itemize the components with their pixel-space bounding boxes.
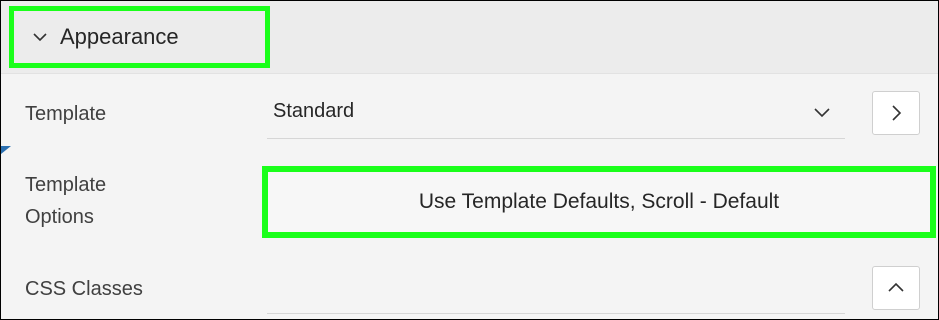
template-options-button[interactable]: Use Template Defaults, Scroll - Default bbox=[262, 166, 936, 238]
template-label: Template bbox=[25, 103, 107, 125]
section-header: Appearance bbox=[1, 1, 938, 74]
css-classes-expand-button[interactable] bbox=[872, 266, 920, 310]
css-classes-label: CSS Classes bbox=[25, 278, 143, 300]
template-options-label-line1: Template bbox=[25, 174, 107, 196]
template-open-button[interactable] bbox=[872, 91, 920, 135]
region-marker bbox=[1, 146, 11, 154]
template-options-label: Template Options bbox=[25, 169, 106, 233]
css-classes-input[interactable] bbox=[267, 263, 845, 314]
chevron-up-icon bbox=[888, 282, 904, 292]
section-title: Appearance bbox=[60, 24, 179, 49]
chevron-down-icon bbox=[32, 29, 48, 45]
chevron-right-icon bbox=[892, 105, 902, 121]
template-select-value: Standard bbox=[273, 100, 355, 122]
template-select[interactable]: Standard bbox=[267, 90, 845, 139]
template-options-label-line2: Options bbox=[25, 206, 94, 228]
chevron-down-icon bbox=[813, 106, 831, 120]
appearance-section-toggle[interactable]: Appearance bbox=[9, 6, 270, 68]
appearance-panel: Appearance Template Standard Template Op… bbox=[0, 0, 939, 320]
